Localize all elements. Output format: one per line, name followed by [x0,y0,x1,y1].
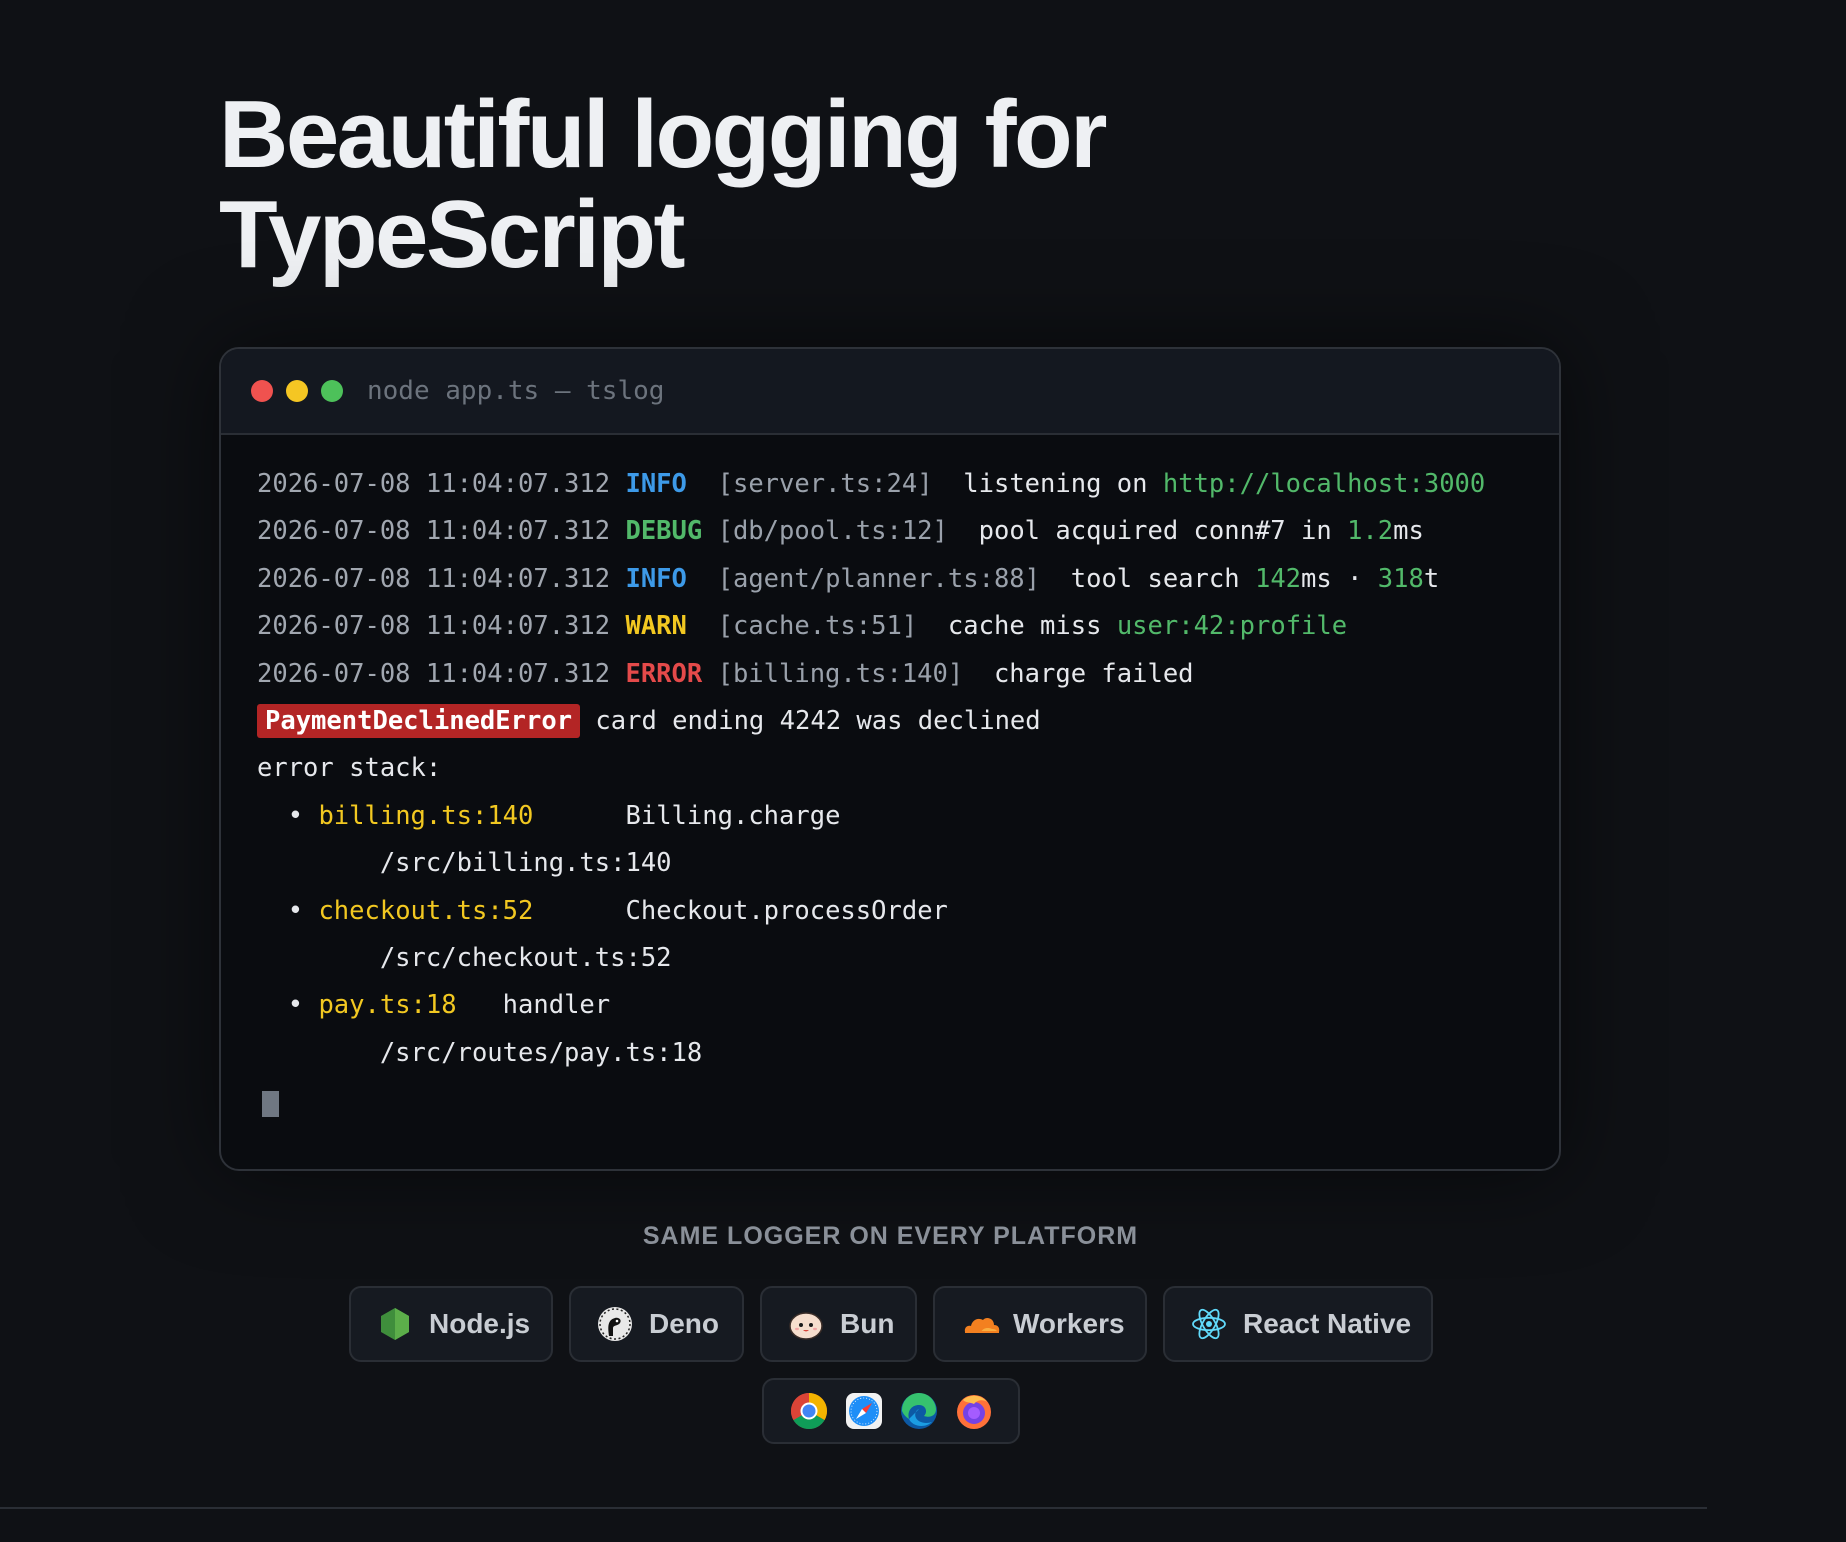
platform-chip-deno[interactable]: Deno [569,1286,744,1362]
log-unit: ms · [1301,563,1378,594]
stack-function: Billing.charge [625,800,841,831]
log-timestamp: 2026-07-08 11:04:07.312 [257,516,611,547]
log-timestamp: 2026-07-08 11:04:07.312 [257,611,611,642]
bullet-icon: • [287,800,304,831]
stack-location: billing.ts:140 [318,800,534,831]
log-level: INFO [625,469,687,499]
maximize-dot-icon[interactable] [321,380,343,402]
log-source: [billing.ts:140] [717,658,964,689]
hero-title: Beautiful logging for TypeScript [219,85,1319,285]
stack-function: Checkout.processOrder [625,895,948,926]
log-timestamp: 2026-07-08 11:04:07.312 [257,469,611,499]
error-message: card ending 4242 was declined [595,705,1041,736]
bun-icon [788,1306,824,1342]
log-value: 142 [1254,563,1302,594]
log-unit: t [1423,563,1440,594]
platform-chip-workers[interactable]: Workers [933,1286,1147,1362]
log-message: charge failed [993,658,1194,689]
log-line: 2026-07-08 11:04:07.312 ERROR [billing.t… [257,651,1559,698]
stack-path-line: /src/checkout.ts:52 [257,935,1559,982]
terminal-title: node app.ts — tslog [367,376,665,406]
log-value: 318 [1377,563,1424,594]
platform-chips: Node.js Deno Bun Workers React Native [0,1286,1846,1362]
minimize-dot-icon[interactable] [286,380,308,402]
log-message: tool search [1070,563,1255,594]
stack-path-line: /src/billing.ts:140 [257,840,1559,887]
platforms-heading: SAME LOGGER ON EVERY PLATFORM [642,1222,1139,1250]
stack-location: checkout.ts:52 [318,895,534,926]
stack-frame: • checkout.ts:52 Checkout.processOrder [257,888,1559,935]
hero-title-line1: Beautiful logging for [219,81,1108,188]
terminal-cursor [262,1091,279,1118]
safari-icon [845,1392,883,1430]
react-icon [1191,1306,1227,1342]
log-line: 2026-07-08 11:04:07.312 INFO [server.ts:… [257,461,1559,508]
stack-path: /src/routes/pay.ts:18 [379,1037,703,1068]
error-name-badge: PaymentDeclinedError [257,703,581,738]
deno-icon [597,1306,633,1342]
terminal-titlebar: node app.ts — tslog [221,349,1559,435]
bullet-icon: • [287,895,304,926]
log-message: cache miss [947,611,1117,642]
log-timestamp: 2026-07-08 11:04:07.312 [257,658,611,689]
log-key: user:42:profile [1116,611,1348,642]
platform-label: Deno [649,1308,719,1339]
terminal-window: node app.ts — tslog 2026-07-08 11:04:07.… [219,347,1561,1171]
log-message: pool acquired conn#7 in [978,516,1348,547]
log-line: 2026-07-08 11:04:07.312 INFO [agent/plan… [257,556,1559,603]
stack-location: pay.ts:18 [318,990,457,1021]
platform-chip-react-native[interactable]: React Native [1163,1286,1433,1362]
log-level: ERROR [625,658,703,689]
platform-chip-bun[interactable]: Bun [760,1286,917,1362]
platform-label: Workers [1013,1308,1125,1339]
chrome-icon [790,1392,828,1430]
log-level: DEBUG [625,516,703,547]
error-stack-label: error stack: [257,753,442,784]
edge-icon [900,1392,938,1430]
stack-path: /src/checkout.ts:52 [379,942,672,973]
stack-path-line: /src/routes/pay.ts:18 [257,1030,1559,1077]
log-source: [cache.ts:51] [717,611,918,642]
platform-label: React Native [1243,1308,1412,1339]
stack-path: /src/billing.ts:140 [379,848,672,879]
cursor-line [257,1077,1559,1124]
hero-title-line2: TypeScript [219,181,686,288]
log-level: INFO [625,563,687,594]
platform-label: Node.js [429,1308,531,1339]
log-line: 2026-07-08 11:04:07.312 WARN [cache.ts:5… [257,603,1559,650]
log-source: [server.ts:24] [717,469,933,499]
log-source: [db/pool.ts:12] [717,516,948,547]
browser-chip[interactable] [762,1378,1020,1444]
log-url: http://localhost:3000 [1162,469,1486,499]
log-value: 1.2 [1347,516,1394,547]
bullet-icon: • [287,990,304,1021]
log-line: 2026-07-08 11:04:07.312 DEBUG [db/pool.t… [257,508,1559,555]
platform-chip-nodejs[interactable]: Node.js [349,1286,553,1362]
footer-divider [0,1507,1707,1509]
stack-frame: • pay.ts:18 handler [257,982,1559,1029]
cloudflare-icon [961,1306,1000,1342]
platform-label: Bun [840,1308,895,1339]
log-level: WARN [625,611,687,642]
log-source: [agent/planner.ts:88] [717,563,1041,594]
error-line: PaymentDeclinedError card ending 4242 wa… [257,698,1559,745]
log-unit: ms [1393,516,1424,547]
terminal-output: 2026-07-08 11:04:07.312 INFO [server.ts:… [221,435,1559,1124]
stack-function: handler [502,990,611,1021]
log-message: listening on [963,469,1163,499]
firefox-icon [955,1392,993,1430]
nodejs-icon [377,1306,413,1342]
close-dot-icon[interactable] [251,380,273,402]
log-timestamp: 2026-07-08 11:04:07.312 [257,563,611,594]
stack-frame: • billing.ts:140 Billing.charge [257,793,1559,840]
